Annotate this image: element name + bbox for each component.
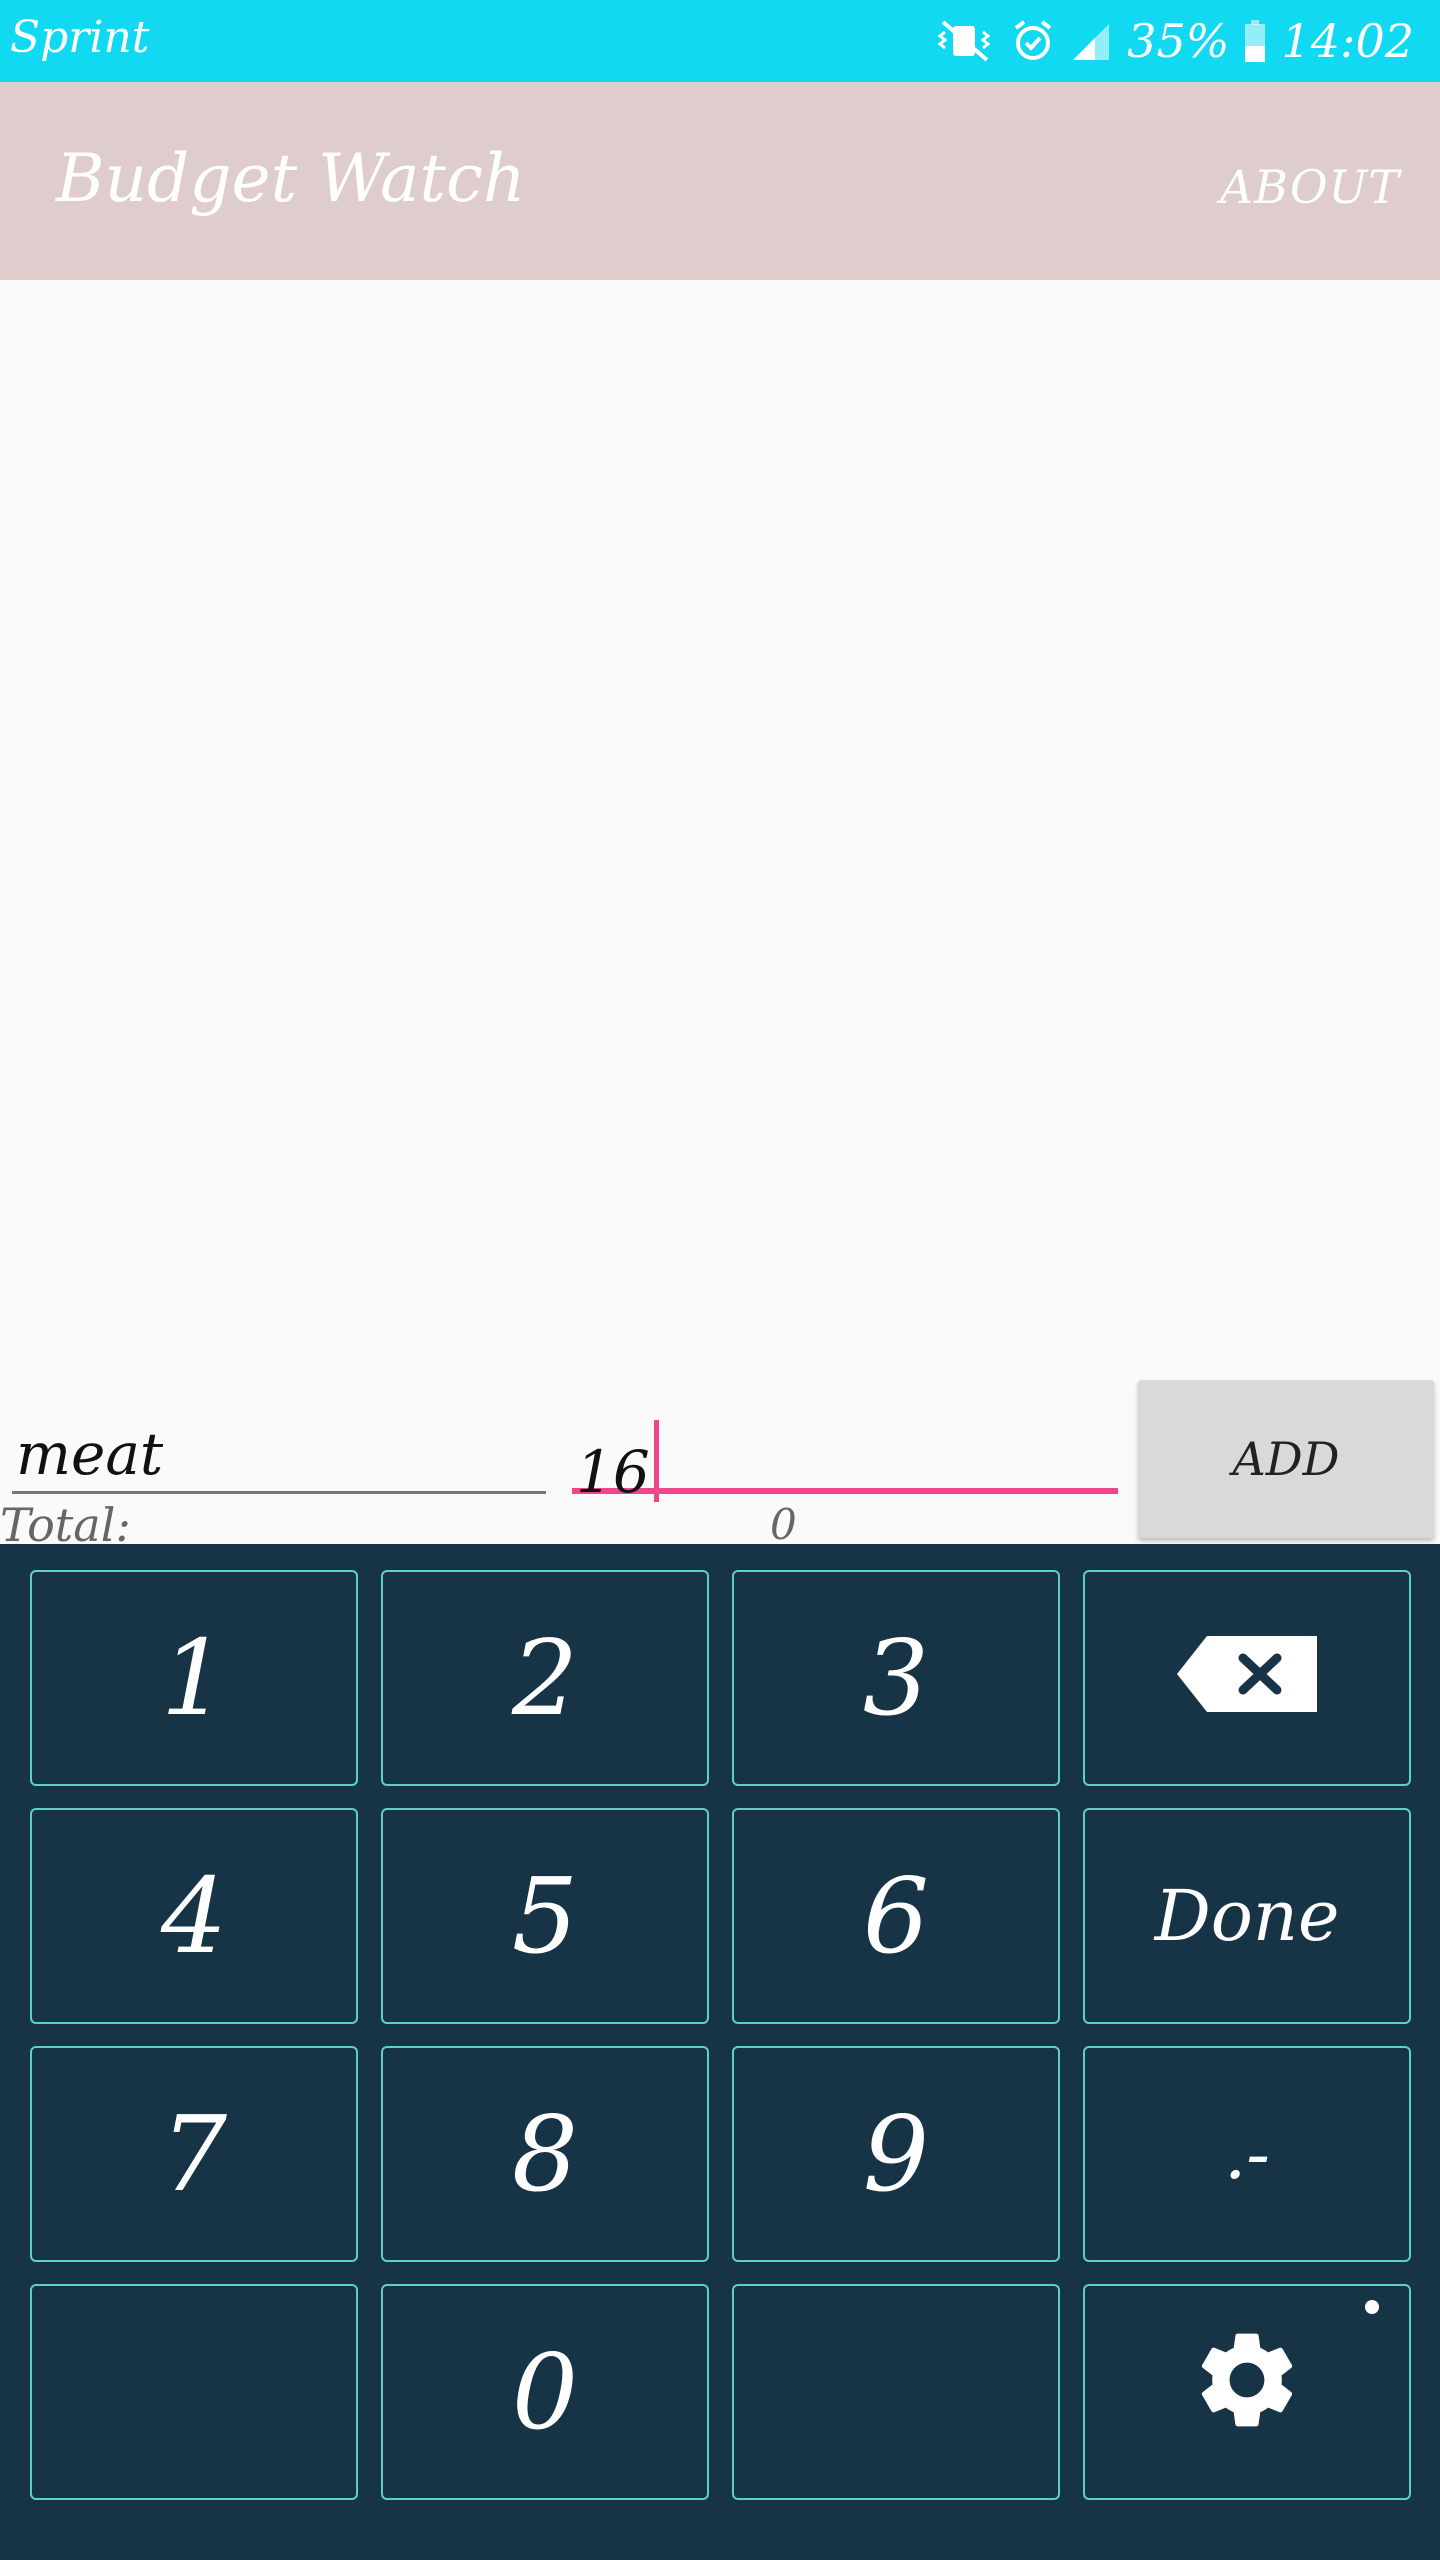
key-7[interactable]: 7 <box>30 2046 358 2262</box>
key-9[interactable]: 9 <box>732 2046 1060 2262</box>
battery-percent: 35% <box>1127 14 1230 68</box>
app-bar: Budget Watch ABOUT <box>0 82 1440 280</box>
vibrate-mute-icon <box>933 18 997 64</box>
expense-list-area: Total: 0 <box>0 280 1440 1552</box>
gear-icon <box>1189 2322 1305 2463</box>
app-title: Budget Watch <box>56 140 526 217</box>
signal-icon <box>1069 18 1113 64</box>
item-name-value: meat <box>16 1420 164 1488</box>
add-button[interactable]: ADD <box>1138 1380 1434 1538</box>
key-blank-left[interactable] <box>30 2284 358 2500</box>
alarm-icon <box>1011 18 1055 64</box>
key-1[interactable]: 1 <box>30 1570 358 1786</box>
backspace-icon <box>1177 1617 1317 1739</box>
amount-value: 16 <box>576 1438 650 1506</box>
key-2[interactable]: 2 <box>381 1570 709 1786</box>
key-6[interactable]: 6 <box>732 1808 1060 2024</box>
clock: 14:02 <box>1281 14 1414 68</box>
key-blank-right[interactable] <box>732 2284 1060 2500</box>
key-3[interactable]: 3 <box>732 1570 1060 1786</box>
key-8[interactable]: 8 <box>381 2046 709 2262</box>
text-cursor <box>653 1420 659 1502</box>
key-done[interactable]: Done <box>1083 1808 1411 2024</box>
key-backspace[interactable] <box>1083 1570 1411 1786</box>
entry-row: meat 16 ADD <box>0 1380 1440 1544</box>
key-0[interactable]: 0 <box>381 2284 709 2500</box>
indicator-dot <box>1365 2300 1379 2314</box>
amount-input[interactable]: 16 <box>572 1420 1118 1506</box>
carrier-name: Sprint <box>10 12 150 63</box>
battery-icon <box>1243 18 1267 64</box>
numeric-keyboard: 1 2 3 4 5 6 Done 7 8 9 .- 0 <box>0 1544 1440 2560</box>
status-icons: 35% 14:02 <box>933 10 1414 72</box>
item-name-input[interactable]: meat <box>12 1420 546 1494</box>
key-decimal-minus[interactable]: .- <box>1083 2046 1411 2262</box>
key-4[interactable]: 4 <box>30 1808 358 2024</box>
key-settings[interactable] <box>1083 2284 1411 2500</box>
key-5[interactable]: 5 <box>381 1808 709 2024</box>
status-bar: Sprint 35% 14:02 <box>0 0 1440 82</box>
about-button[interactable]: ABOUT <box>1220 160 1400 214</box>
